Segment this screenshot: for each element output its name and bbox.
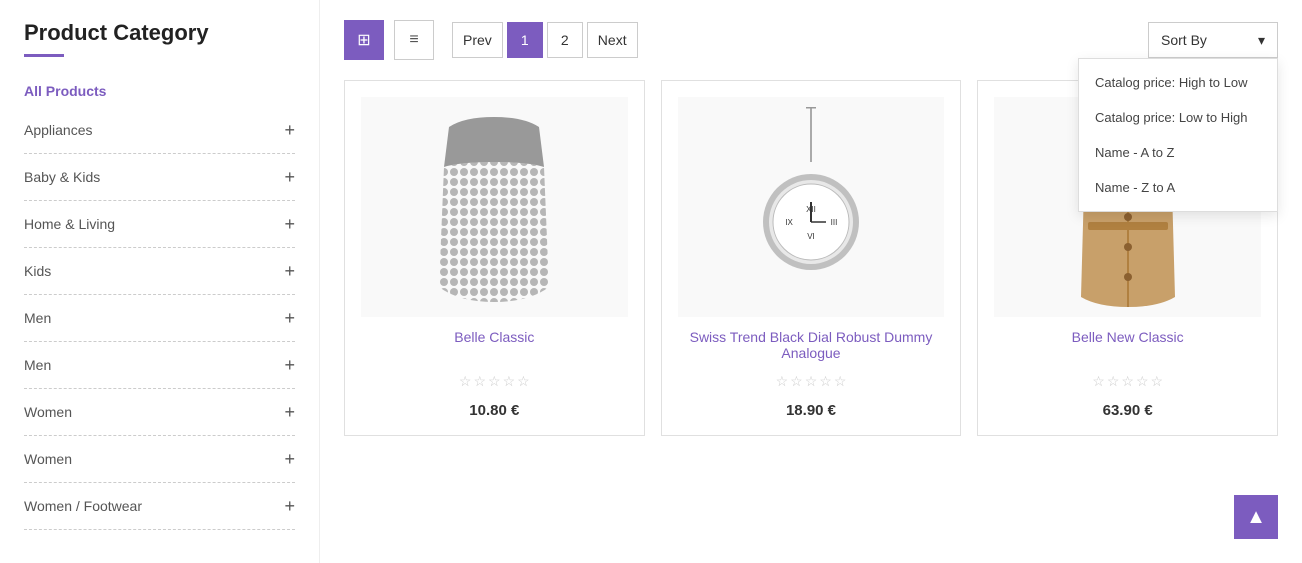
- sort-option-high-to-low[interactable]: Catalog price: High to Low: [1079, 65, 1277, 100]
- product-stars-belle-new-classic: ☆ ☆ ☆ ☆ ☆: [1092, 373, 1163, 390]
- expand-icon: +: [284, 262, 295, 280]
- sidebar-title-underline: [24, 54, 64, 57]
- sidebar-item-appliances[interactable]: Appliances +: [24, 107, 295, 154]
- list-icon: ≡: [409, 31, 418, 49]
- sort-option-low-to-high[interactable]: Catalog price: Low to High: [1079, 100, 1277, 135]
- svg-text:IX: IX: [785, 218, 793, 227]
- sidebar-item-baby-kids[interactable]: Baby & Kids +: [24, 154, 295, 201]
- sort-option-name-za[interactable]: Name - Z to A: [1079, 170, 1277, 205]
- svg-text:VI: VI: [807, 232, 815, 241]
- expand-icon: +: [284, 215, 295, 233]
- toolbar: ⊞ ≡ Prev 1 2 Next Sort By ▾ Catalog pric…: [344, 20, 1278, 60]
- product-image-swiss-trend: XII VI IX III: [678, 97, 945, 317]
- sidebar-item-women-1[interactable]: Women +: [24, 389, 295, 436]
- sidebar-item-women-footwear[interactable]: Women / Footwear +: [24, 483, 295, 530]
- sort-by-button[interactable]: Sort By ▾: [1148, 22, 1278, 58]
- main-content: ⊞ ≡ Prev 1 2 Next Sort By ▾ Catalog pric…: [320, 0, 1302, 563]
- page-2-button[interactable]: 2: [547, 22, 583, 58]
- product-card-swiss-trend[interactable]: XII VI IX III Swiss Trend Black Dial Rob…: [661, 80, 962, 436]
- product-price-belle-classic: 10.80 €: [469, 402, 519, 419]
- product-card-belle-classic[interactable]: Belle Classic ☆ ☆ ☆ ☆ ☆ 10.80 €: [344, 80, 645, 436]
- product-price-swiss-trend: 18.90 €: [786, 402, 836, 419]
- sidebar-item-men-1[interactable]: Men +: [24, 295, 295, 342]
- prev-button[interactable]: Prev: [452, 22, 503, 58]
- expand-icon: +: [284, 356, 295, 374]
- arrow-up-icon: ▲: [1246, 506, 1266, 529]
- svg-text:III: III: [831, 218, 838, 227]
- product-name-belle-new-classic: Belle New Classic: [1072, 329, 1184, 365]
- page-1-button[interactable]: 1: [507, 22, 543, 58]
- pagination: Prev 1 2 Next: [452, 22, 638, 58]
- chevron-down-icon: ▾: [1258, 32, 1265, 49]
- product-image-belle-classic: [361, 97, 628, 317]
- expand-icon: +: [284, 309, 295, 327]
- product-stars-swiss-trend: ☆ ☆ ☆ ☆ ☆: [776, 373, 847, 390]
- expand-icon: +: [284, 168, 295, 186]
- expand-icon: +: [284, 121, 295, 139]
- sidebar-item-women-2[interactable]: Women +: [24, 436, 295, 483]
- sidebar-title: Product Category: [24, 20, 295, 46]
- sidebar-item-men-2[interactable]: Men +: [24, 342, 295, 389]
- grid-view-button[interactable]: ⊞: [344, 20, 384, 60]
- sort-dropdown: Catalog price: High to Low Catalog price…: [1078, 58, 1278, 212]
- product-price-belle-new-classic: 63.90 €: [1103, 402, 1153, 419]
- sidebar-item-all-products[interactable]: All Products: [24, 75, 295, 107]
- product-name-belle-classic: Belle Classic: [454, 329, 534, 365]
- sidebar: Product Category All Products Appliances…: [0, 0, 320, 563]
- sort-wrapper: Sort By ▾ Catalog price: High to Low Cat…: [1148, 22, 1278, 58]
- product-name-swiss-trend: Swiss Trend Black Dial Robust Dummy Anal…: [678, 329, 945, 365]
- expand-icon: +: [284, 450, 295, 468]
- sidebar-item-home-living[interactable]: Home & Living +: [24, 201, 295, 248]
- expand-icon: +: [284, 497, 295, 515]
- scroll-to-top-button[interactable]: ▲: [1234, 495, 1278, 539]
- sidebar-item-kids[interactable]: Kids +: [24, 248, 295, 295]
- expand-icon: +: [284, 403, 295, 421]
- grid-icon: ⊞: [357, 30, 370, 50]
- next-button[interactable]: Next: [587, 22, 638, 58]
- list-view-button[interactable]: ≡: [394, 20, 434, 60]
- sort-option-name-az[interactable]: Name - A to Z: [1079, 135, 1277, 170]
- product-stars-belle-classic: ☆ ☆ ☆ ☆ ☆: [459, 373, 530, 390]
